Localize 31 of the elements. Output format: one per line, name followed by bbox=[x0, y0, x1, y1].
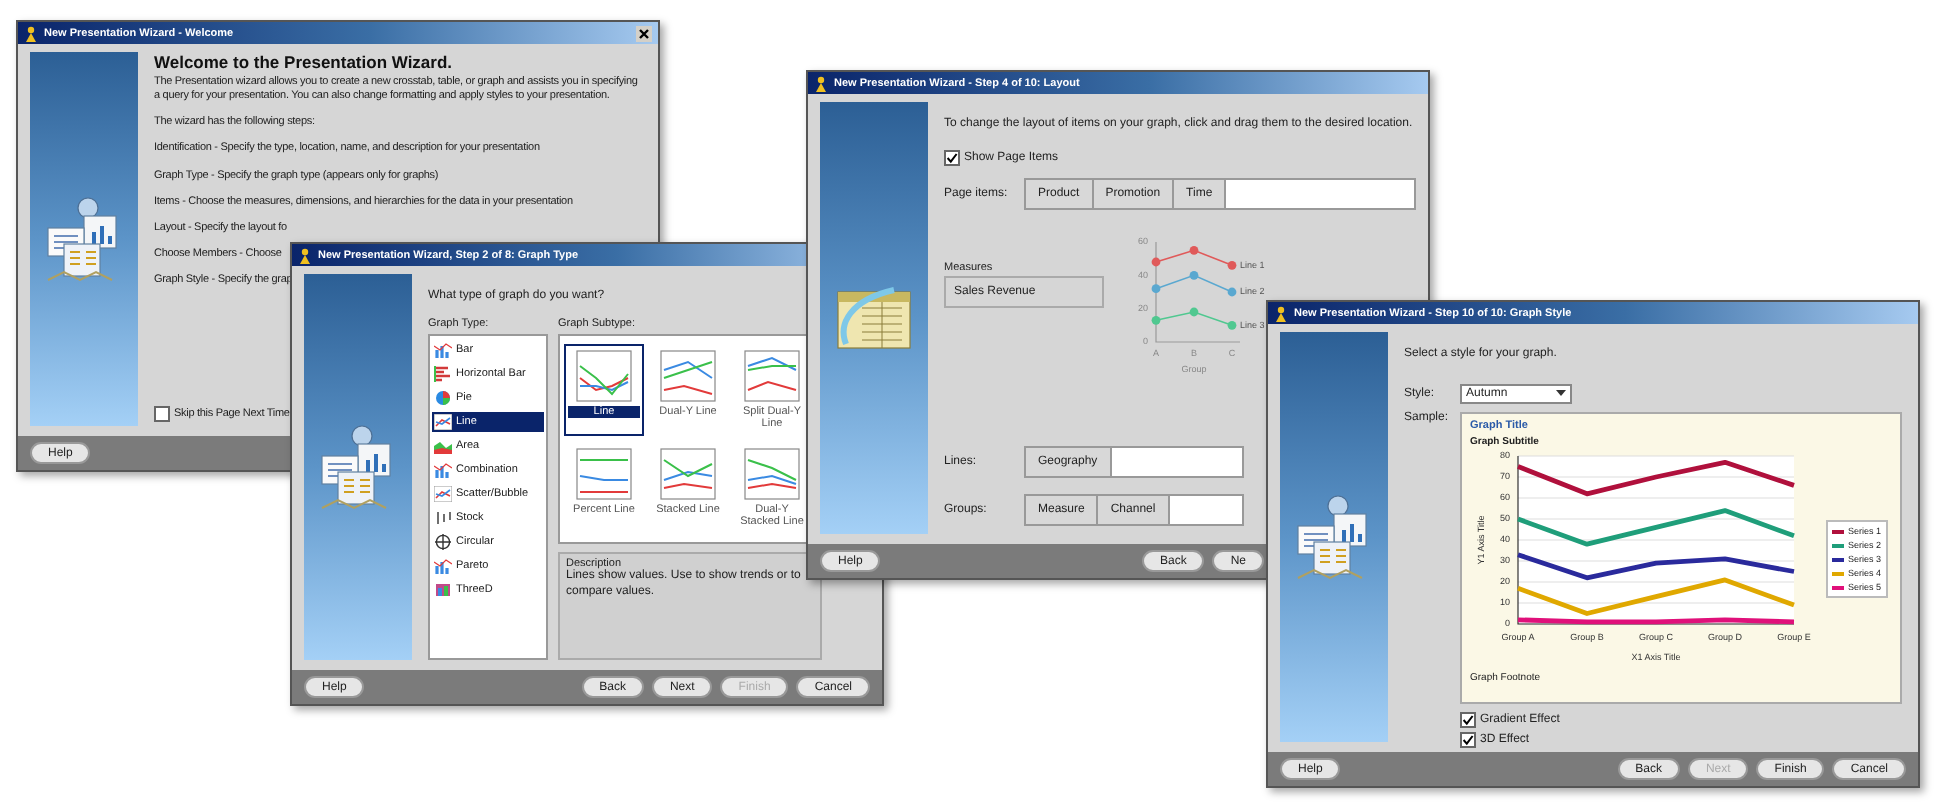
line-chart-icon bbox=[434, 413, 452, 430]
pareto-chart-icon bbox=[434, 557, 452, 574]
wizard-icon bbox=[1274, 305, 1288, 321]
line-graph-thumbnail-icon bbox=[574, 447, 634, 500]
line-graph-thumbnail-icon bbox=[574, 349, 634, 402]
checkbox[interactable] bbox=[154, 406, 170, 422]
line-series bbox=[1515, 507, 1797, 547]
wizard-icon bbox=[814, 75, 828, 91]
line-series bbox=[1515, 551, 1797, 580]
pie-chart-icon bbox=[434, 389, 452, 406]
crosshair-icon bbox=[434, 533, 452, 550]
area-chart-icon bbox=[434, 437, 452, 454]
caret-icon bbox=[1556, 390, 1566, 397]
line-series bbox=[1515, 577, 1797, 616]
wizard-icon bbox=[24, 25, 38, 41]
heading: Welcome to the Presentation Wizard. bbox=[154, 52, 455, 72]
table-illustration-drawing bbox=[834, 284, 914, 352]
checkbox[interactable] bbox=[1460, 731, 1476, 748]
combination-chart-icon bbox=[434, 461, 452, 478]
line-graph-thumbnail-icon bbox=[742, 349, 802, 402]
line-graph-thumbnail-icon bbox=[742, 447, 802, 500]
checkbox[interactable] bbox=[944, 149, 960, 166]
line-graph-thumbnail-icon bbox=[658, 447, 718, 500]
checkbox[interactable] bbox=[1460, 711, 1476, 728]
line-series bbox=[1515, 459, 1797, 496]
horizontal-bar-chart-icon bbox=[434, 365, 452, 382]
line-graph-thumbnail-icon bbox=[658, 349, 718, 402]
stock-chart-icon bbox=[434, 509, 452, 526]
wizard-icon bbox=[298, 247, 312, 263]
bar-chart-icon bbox=[434, 341, 452, 358]
close-icon[interactable] bbox=[636, 25, 652, 41]
